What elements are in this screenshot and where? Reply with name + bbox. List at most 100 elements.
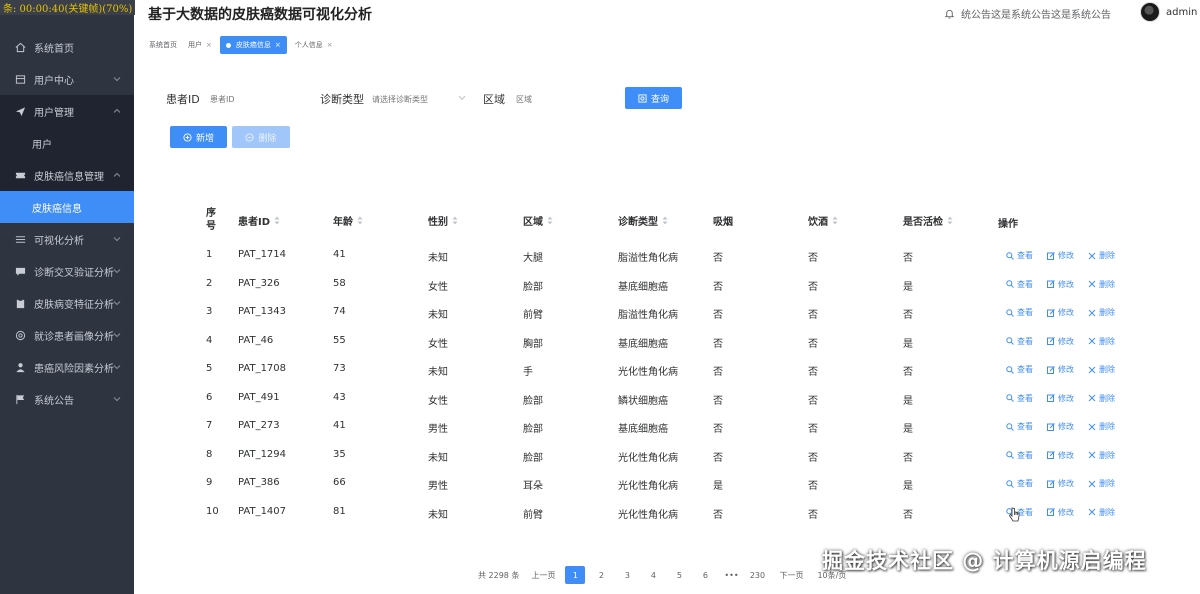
close-icon[interactable]: ×: [275, 41, 281, 49]
edit-button[interactable]: 修改: [1047, 478, 1074, 489]
patient-id-input[interactable]: [210, 90, 310, 108]
close-icon[interactable]: ×: [327, 41, 333, 49]
pagination: 共 2298 条 上一页 1 2 3 4 5 6 ••• 230 下一页 10条/页: [478, 566, 846, 584]
user-menu[interactable]: admin: [1140, 2, 1200, 22]
edit-button[interactable]: 修改: [1047, 250, 1074, 261]
edit-label: 修改: [1058, 365, 1074, 374]
page-number[interactable]: 4: [643, 566, 663, 584]
sidebar-item-user-center[interactable]: 用户中心: [0, 63, 134, 95]
col-header-biopsy[interactable]: 是否活检: [903, 213, 953, 228]
view-button[interactable]: 查看: [1006, 393, 1033, 404]
search-icon: [1006, 422, 1014, 431]
sidebar-item-label: 系统首页: [34, 43, 74, 55]
sidebar-item-skin-info[interactable]: 皮肤癌信息: [0, 191, 134, 223]
edit-button[interactable]: 修改: [1047, 307, 1074, 318]
sort-icon[interactable]: [547, 216, 553, 225]
edit-button[interactable]: 修改: [1047, 393, 1074, 404]
sidebar-item-home[interactable]: 系统首页: [0, 31, 134, 63]
page-number[interactable]: 3: [617, 566, 637, 584]
sidebar-item-portrait[interactable]: 就诊患者画像分析: [0, 319, 134, 351]
sort-icon[interactable]: [274, 216, 280, 225]
sort-icon[interactable]: [357, 216, 363, 225]
cell-biopsy: 否: [903, 509, 913, 521]
sidebar-item-user[interactable]: 用户: [0, 127, 134, 159]
view-button[interactable]: 查看: [1006, 250, 1033, 261]
next-page-button[interactable]: 下一页: [779, 570, 803, 581]
page-number[interactable]: 1: [565, 566, 586, 584]
tab-home[interactable]: 系统首页: [146, 36, 180, 54]
view-button[interactable]: 查看: [1006, 364, 1033, 375]
tab-skin-info[interactable]: 皮肤癌信息 ×: [219, 36, 287, 54]
mouse-cursor-icon: [1008, 507, 1020, 522]
sidebar-item-label: 用户中心: [34, 75, 74, 87]
sidebar-item-lesion[interactable]: 皮肤病变特征分析: [0, 287, 134, 319]
cell-region: 大腿: [523, 253, 543, 264]
notice-bar[interactable]: 统公告这是系统公告这是系统公告: [944, 6, 1111, 21]
close-icon[interactable]: ×: [206, 41, 212, 49]
region-input[interactable]: [516, 90, 616, 108]
add-button[interactable]: 新增: [170, 126, 227, 148]
delete-button[interactable]: 删除: [1088, 250, 1115, 261]
col-header-drink[interactable]: 饮酒: [808, 213, 838, 228]
active-dot-icon: [225, 42, 231, 48]
sidebar-item-user-manage[interactable]: 用户管理: [0, 95, 134, 127]
view-button[interactable]: 查看: [1006, 421, 1033, 432]
chevron-down-icon[interactable]: [458, 95, 466, 101]
delete-button[interactable]: 删除: [1088, 393, 1115, 404]
sort-icon[interactable]: [832, 216, 838, 225]
sort-icon[interactable]: [452, 216, 458, 225]
page-number[interactable]: 5: [669, 566, 689, 584]
sort-icon[interactable]: [662, 216, 668, 225]
edit-button[interactable]: 修改: [1047, 364, 1074, 375]
edit-button[interactable]: 修改: [1047, 507, 1074, 518]
sidebar-item-notice[interactable]: 系统公告: [0, 383, 134, 415]
view-button[interactable]: 查看: [1006, 279, 1033, 290]
tab-profile[interactable]: 个人信息 ×: [292, 36, 336, 54]
close-icon: [1088, 337, 1096, 345]
cell-gender: 未知: [428, 253, 448, 264]
sort-icon[interactable]: [947, 216, 953, 225]
header-text: 饮酒: [808, 217, 828, 228]
edit-button[interactable]: 修改: [1047, 336, 1074, 347]
sidebar-item-label: 用户管理: [34, 107, 74, 119]
page-ellipsis[interactable]: •••: [721, 566, 741, 584]
table-row: 8 PAT_1294 35 未知 脸部 光化性角化病 否 否 否 查看 修改 删除: [190, 442, 1160, 471]
chevron-down-icon: [113, 269, 121, 274]
sidebar-item-diag-cross[interactable]: 诊断交叉验证分析: [0, 255, 134, 287]
page-number[interactable]: 6: [695, 566, 715, 584]
batch-delete-button[interactable]: 删除: [232, 126, 290, 148]
delete-button[interactable]: 删除: [1088, 450, 1115, 461]
header-text: 区域: [523, 217, 543, 228]
delete-button[interactable]: 删除: [1088, 336, 1115, 347]
delete-button[interactable]: 删除: [1088, 279, 1115, 290]
view-button[interactable]: 查看: [1006, 450, 1033, 461]
view-button[interactable]: 查看: [1006, 307, 1033, 318]
cell-drink: 否: [808, 509, 818, 521]
col-header-patient[interactable]: 患者ID: [238, 213, 280, 228]
col-header-diag[interactable]: 诊断类型: [618, 213, 668, 228]
query-button[interactable]: 查询: [625, 87, 682, 109]
col-header-age[interactable]: 年龄: [333, 213, 363, 228]
edit-button[interactable]: 修改: [1047, 279, 1074, 290]
prev-page-button[interactable]: 上一页: [531, 570, 555, 581]
edit-button[interactable]: 修改: [1047, 421, 1074, 432]
tab-user[interactable]: 用户 ×: [185, 36, 215, 54]
sidebar-item-visual[interactable]: 可视化分析: [0, 223, 134, 255]
edit-button[interactable]: 修改: [1047, 450, 1074, 461]
diag-type-select[interactable]: [372, 90, 462, 108]
page-number[interactable]: 2: [591, 566, 611, 584]
delete-button[interactable]: 删除: [1088, 421, 1115, 432]
delete-button[interactable]: 删除: [1088, 507, 1115, 518]
table-header: 序 号 患者ID 年龄 性别 区域 诊断类型 吸烟 饮酒 是否活检 操作: [190, 202, 1160, 242]
col-header-gender[interactable]: 性别: [428, 213, 458, 228]
col-header-region[interactable]: 区域: [523, 213, 553, 228]
delete-button[interactable]: 删除: [1088, 307, 1115, 318]
delete-button[interactable]: 删除: [1088, 478, 1115, 489]
page-number[interactable]: 230: [747, 566, 767, 584]
sidebar-item-risk[interactable]: 患癌风险因素分析: [0, 351, 134, 383]
sidebar-item-skin-manage[interactable]: 皮肤癌信息管理: [0, 159, 134, 191]
view-button[interactable]: 查看: [1006, 478, 1033, 489]
delete-button[interactable]: 删除: [1088, 364, 1115, 375]
query-button-label: 查询: [650, 94, 669, 105]
view-button[interactable]: 查看: [1006, 336, 1033, 347]
